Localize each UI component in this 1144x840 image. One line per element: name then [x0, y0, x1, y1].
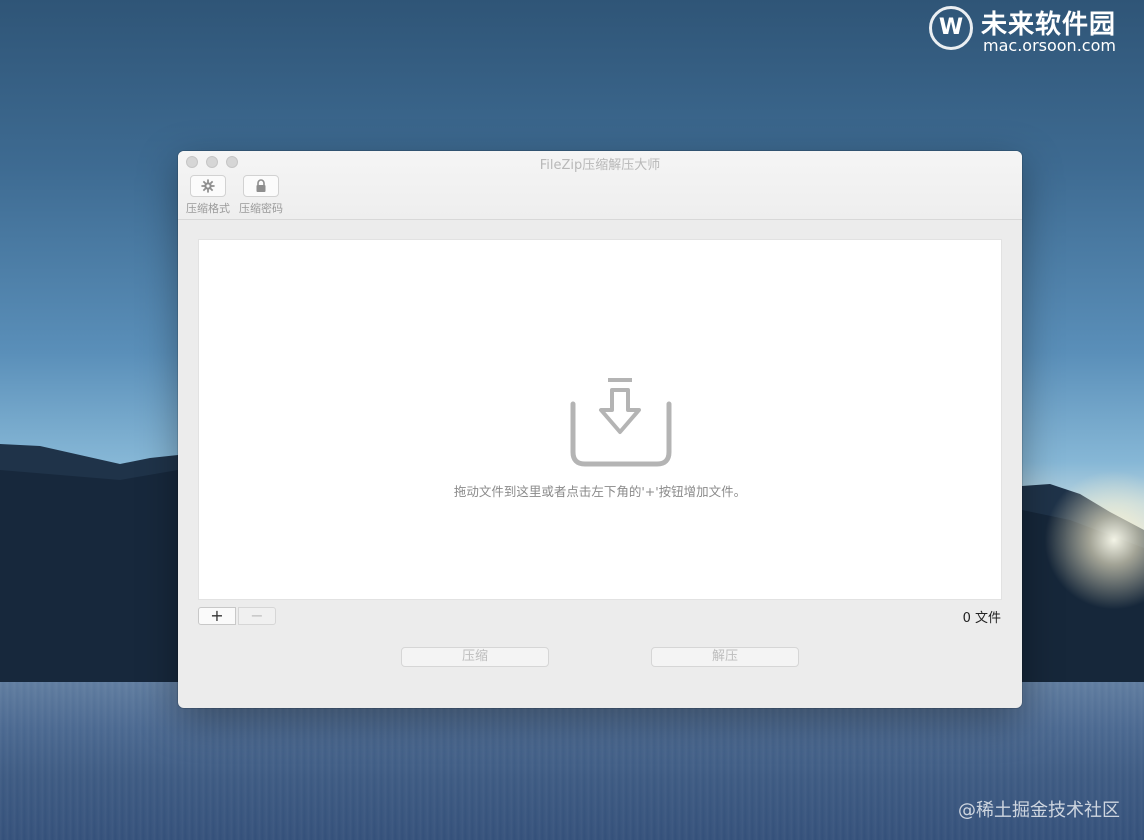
file-drop-area[interactable]: 拖动文件到这里或者点击左下角的'+'按钮增加文件。	[198, 239, 1002, 600]
window-title: FileZip压缩解压大师	[539, 158, 661, 173]
toolbar-compress-password[interactable]: 压缩密码	[236, 175, 286, 216]
logo-mark: W	[929, 6, 973, 50]
toolbar-compress-format[interactable]: 压缩格式	[183, 175, 233, 216]
desktop-wallpaper: W 未来软件园 mac.orsoon.com @稀土掘金技术社区 FileZip…	[0, 0, 1144, 840]
compress-button[interactable]: 压缩	[401, 647, 549, 667]
title-bar[interactable]: FileZip压缩解压大师 压缩格式 压缩密码	[178, 151, 1022, 220]
corner-watermark: @稀土掘金技术社区	[958, 800, 1120, 821]
logo-site-url: mac.orsoon.com	[983, 36, 1116, 55]
compress-format-label: 压缩格式	[186, 202, 230, 215]
compress-password-label: 压缩密码	[239, 202, 283, 215]
remove-file-button[interactable]: −	[238, 607, 276, 625]
compress-password-button[interactable]	[243, 175, 279, 197]
add-file-button[interactable]: +	[198, 607, 236, 625]
drop-hint-text: 拖动文件到这里或者点击左下角的'+'按钮增加文件。	[453, 484, 747, 499]
watermark-logo: W 未来软件园 mac.orsoon.com	[929, 4, 1134, 55]
download-tray-icon	[570, 378, 672, 467]
compress-format-button[interactable]	[190, 175, 226, 197]
file-count-label: 0 文件	[962, 611, 1001, 626]
lock-icon	[256, 179, 266, 192]
app-window: FileZip压缩解压大师 压缩格式 压缩密码 拖动文件到这里或者点击左下角的'…	[178, 151, 1022, 708]
gear-icon	[201, 179, 215, 193]
extract-button[interactable]: 解压	[651, 647, 799, 667]
